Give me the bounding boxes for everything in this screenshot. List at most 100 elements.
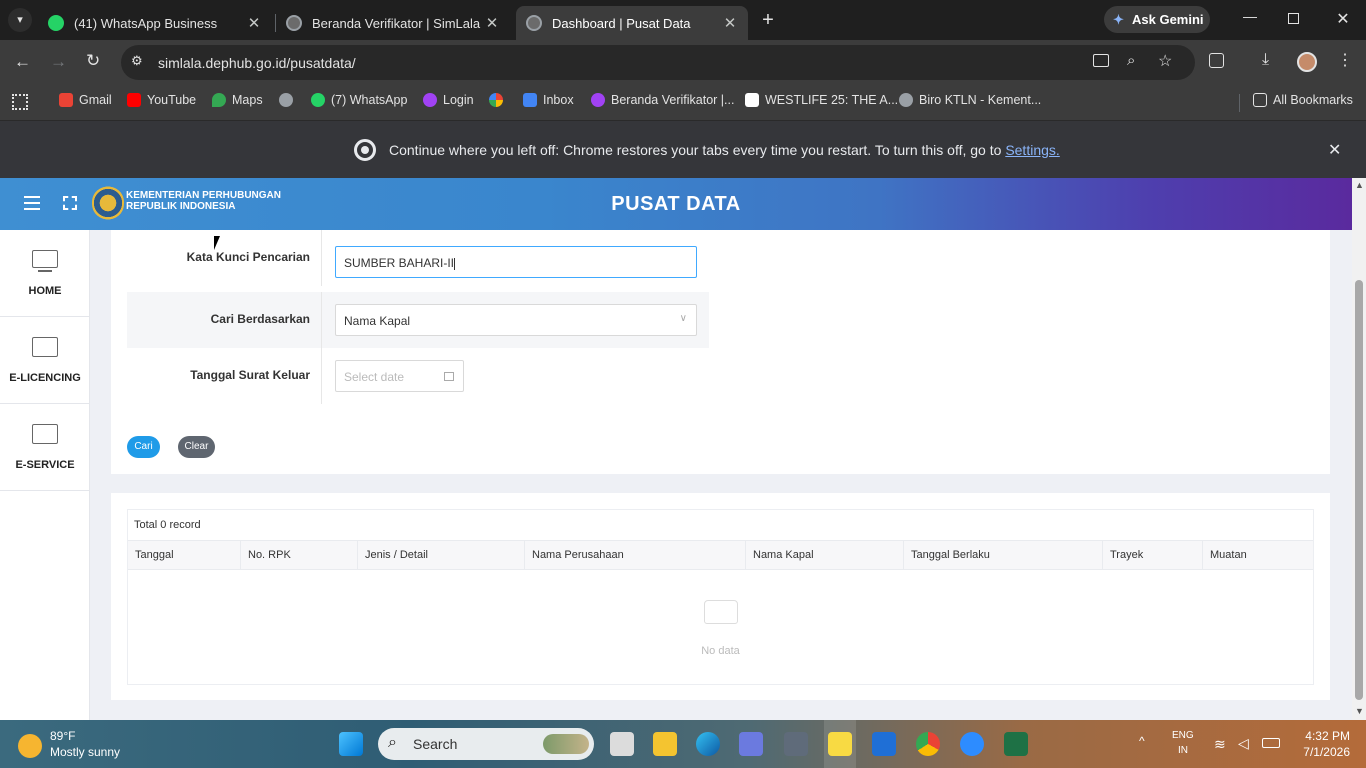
kebab-menu-icon[interactable]: ⋮ [1337, 50, 1353, 70]
scrollbar-thumb[interactable] [1355, 280, 1363, 700]
inbox-icon [523, 93, 537, 107]
scroll-up-arrow[interactable]: ▲ [1355, 180, 1364, 190]
clear-button[interactable]: Clear [178, 436, 215, 458]
chrome-logo-icon [354, 139, 376, 161]
site-info-icon[interactable]: ⚙ [131, 53, 143, 69]
column-header: Tanggal [128, 541, 241, 570]
text-caret [454, 257, 456, 270]
bookmark-label: Maps [232, 93, 263, 107]
infobar-message: Continue where you left off: Chrome rest… [389, 142, 1060, 158]
extensions-icon[interactable] [1209, 53, 1224, 68]
tab-whatsapp[interactable]: (41) WhatsApp Business ✕ [38, 6, 272, 40]
clock-time[interactable]: 4:32 PM [1305, 729, 1350, 743]
edge-icon[interactable] [696, 732, 720, 756]
bookmark-youtube[interactable]: YouTube [127, 93, 196, 107]
close-icon[interactable]: ✕ [1328, 140, 1341, 160]
bookmark-label: Biro KTLN - Kement... [919, 93, 1042, 107]
settings-link[interactable]: Settings. [1005, 142, 1059, 158]
camera-icon[interactable] [784, 732, 808, 756]
window-close-button[interactable]: ✕ [1334, 9, 1352, 29]
bookmark-westlife[interactable]: WESTLIFE 25: THE A... [745, 93, 898, 107]
chevron-down-icon: ▾ [17, 14, 23, 26]
close-icon[interactable]: ✕ [246, 14, 262, 32]
apps-grid-icon[interactable] [12, 94, 28, 110]
download-icon[interactable]: ⤓ [1262, 51, 1269, 69]
globe-icon [899, 93, 913, 107]
bookmark-biro-ktln[interactable]: Biro KTLN - Kement... [899, 93, 1041, 107]
weather-temperature[interactable]: 89°F [50, 729, 75, 743]
profile-avatar[interactable] [1297, 52, 1317, 72]
keyword-label: Kata Kunci Pencarian [186, 250, 310, 264]
page-title: PUSAT DATA [611, 193, 741, 215]
window-restore-button[interactable] [1288, 13, 1299, 24]
window-minimize-button[interactable]: — [1240, 8, 1260, 30]
excel-icon[interactable] [1004, 732, 1028, 756]
reload-icon[interactable]: ↻ [86, 51, 100, 71]
app-icon[interactable] [739, 732, 763, 756]
bookmark-label: Gmail [79, 93, 112, 107]
bookmark-pinwheel[interactable] [489, 93, 509, 107]
sidebar-item-label: E-SERVICE [15, 459, 75, 471]
bookmark-gmail[interactable]: Gmail [59, 93, 112, 107]
calendar-icon [444, 372, 454, 381]
page-scrollbar[interactable]: ▲ ▼ [1352, 178, 1366, 720]
bookmark-star-icon[interactable]: ☆ [1158, 51, 1172, 71]
date-picker-input[interactable]: Select date [335, 360, 464, 392]
scroll-down-arrow[interactable]: ▼ [1355, 706, 1364, 716]
browser-toolbar: ← → ↻ ⚙ simlala.dephub.go.id/pusatdata/ … [0, 40, 1366, 85]
bookmark-verifikator[interactable]: Beranda Verifikator |... [591, 93, 734, 107]
bookmark-maps[interactable]: Maps [212, 93, 263, 107]
searchby-label: Cari Berdasarkan [210, 312, 310, 326]
bookmark-inbox[interactable]: Inbox [523, 93, 574, 107]
close-icon[interactable]: ✕ [722, 14, 738, 32]
windows-start-icon[interactable] [339, 732, 363, 756]
zoom-app-icon[interactable] [960, 732, 984, 756]
tab-pusat-data[interactable]: Dashboard | Pusat Data ✕ [516, 6, 748, 40]
bookmark-label: YouTube [147, 93, 197, 107]
address-bar[interactable]: ⚙ simlala.dephub.go.id/pusatdata/ ⌕ ☆ [121, 45, 1195, 80]
table-header: Tanggal No. RPK Jenis / Detail Nama Peru… [128, 540, 1313, 570]
forward-arrow-icon[interactable]: → [50, 52, 67, 72]
sidebar-item-e-licencing[interactable]: E-LICENCING [0, 317, 90, 404]
date-placeholder: Select date [344, 370, 405, 384]
back-arrow-icon[interactable]: ← [14, 52, 31, 72]
file-explorer-icon[interactable] [653, 732, 677, 756]
globe-favicon-icon [526, 15, 542, 31]
taskbar-search-box[interactable]: ⌕ Search [378, 728, 594, 760]
input-language[interactable]: ENG [1172, 730, 1194, 741]
battery-icon[interactable] [1262, 738, 1280, 748]
site-header: KEMENTERIAN PERHUBUNGAN REPUBLIK INDONES… [0, 178, 1352, 230]
bookmark-whatsapp[interactable]: (7) WhatsApp [311, 93, 407, 107]
close-icon[interactable]: ✕ [484, 14, 500, 32]
search-button[interactable]: Cari [127, 436, 160, 458]
wifi-icon[interactable]: ≋ [1214, 736, 1226, 753]
all-bookmarks-button[interactable]: All Bookmarks [1253, 93, 1353, 107]
sidebar-item-home[interactable]: HOME [0, 230, 90, 317]
tab-title: Beranda Verifikator | SimLala [312, 15, 481, 31]
column-header: Muatan [1210, 549, 1247, 561]
keyword-input[interactable]: SUMBER BAHARI-II [335, 246, 697, 278]
chrome-icon[interactable] [916, 732, 940, 756]
bookmark-login[interactable]: Login [423, 93, 474, 107]
sidebar-item-e-service[interactable]: E-SERVICE [0, 404, 90, 491]
searchby-select[interactable]: Nama Kapal ∨ [335, 304, 697, 336]
bookmark-globe[interactable] [279, 93, 299, 107]
page-viewport: KEMENTERIAN PERHUBUNGAN REPUBLIK INDONES… [0, 178, 1352, 720]
clock-date[interactable]: 7/1/2026 [1303, 745, 1350, 759]
tab-search-button[interactable]: ▾ [8, 8, 32, 32]
tab-simlala-verifikator[interactable]: Beranda Verifikator | SimLala ✕ [276, 6, 510, 40]
bookmark-label: Login [443, 93, 474, 107]
task-view-icon[interactable] [610, 732, 634, 756]
column-header: Trayek [1103, 541, 1203, 570]
input-region[interactable]: IN [1178, 745, 1188, 756]
new-tab-button[interactable]: + [758, 8, 778, 32]
tray-chevron-up-icon[interactable]: ^ [1139, 734, 1145, 748]
column-header: Nama Kapal [746, 541, 904, 570]
monitor-stand [38, 270, 52, 272]
zoom-icon[interactable]: ⌕ [1127, 52, 1135, 69]
install-app-icon[interactable] [1093, 54, 1109, 67]
remote-desktop-icon[interactable] [872, 732, 896, 756]
ask-gemini-button[interactable]: ✦ Ask Gemini [1104, 6, 1210, 33]
weather-description[interactable]: Mostly sunny [50, 745, 120, 759]
volume-icon[interactable]: ◁ [1238, 735, 1249, 752]
